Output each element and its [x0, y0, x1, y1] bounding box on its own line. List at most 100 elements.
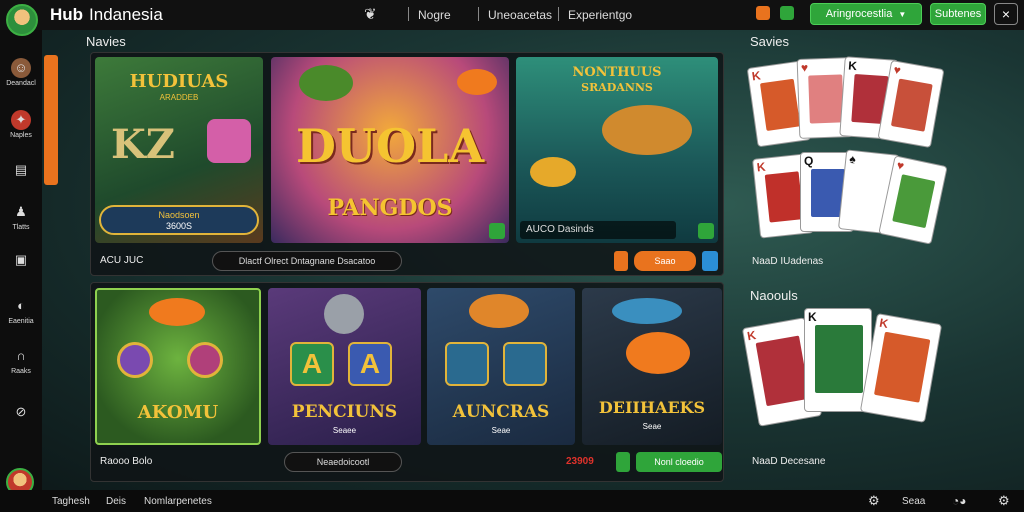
headset-icon: ∩: [16, 348, 26, 363]
game-subtitle: ARADDEB: [159, 93, 199, 102]
game-title: HUDIUAS: [129, 71, 229, 92]
game-tile[interactable]: DEIIHAEKS Seae: [582, 288, 722, 445]
letter-a-icon: A: [348, 342, 392, 386]
sidebar-item-label: Eaenitia: [8, 318, 34, 325]
balance-amount: 23909: [566, 456, 594, 467]
game-title: NONTHUUS: [572, 65, 662, 80]
chat-icon[interactable]: ◔◕: [952, 494, 967, 508]
plus-icon[interactable]: [616, 452, 630, 472]
jackpot-badge: Naodsoen 3600S: [99, 205, 259, 235]
fish-icon: [457, 69, 497, 95]
fish-icon: [626, 332, 690, 374]
game-subtitle: Seae: [642, 422, 662, 431]
card-rank: K: [878, 315, 890, 331]
compass-icon: ⊘: [15, 404, 27, 419]
document-icon: ▣: [14, 252, 28, 267]
game-subtitle: PANGDOS: [327, 195, 453, 221]
sidebar-collapse-handle[interactable]: [44, 55, 58, 185]
play-icon[interactable]: [489, 223, 505, 239]
info-icon[interactable]: [614, 251, 628, 271]
sidebar-item-raaks[interactable]: ∩ Raaks: [0, 346, 42, 375]
search-input[interactable]: Dlactf Olrect Dntagnane Dsacatoo: [212, 251, 402, 271]
game-tile[interactable]: A A PENCIUNS Seaee: [268, 288, 421, 445]
sidebar-item-eaenitia[interactable]: ◐ Eaenitia: [0, 296, 42, 325]
game-tile[interactable]: AKOMU: [95, 288, 261, 445]
brand-logo[interactable]: Hub Indanesia: [50, 5, 163, 25]
share-icon[interactable]: [702, 251, 718, 271]
nav-divider: [408, 7, 409, 21]
game-tile[interactable]: AUNCRAS Seae: [427, 288, 575, 445]
settings-icon[interactable]: ⚙: [998, 493, 1010, 509]
shrimp-icon: [469, 294, 529, 328]
sidebar-item-clipboard[interactable]: ▤: [0, 160, 42, 182]
card-rank: K: [808, 310, 817, 324]
footer-link[interactable]: Taghesh: [52, 496, 90, 507]
wallet-icon[interactable]: [780, 6, 794, 20]
playing-card: K: [859, 313, 943, 423]
fish-icon: [530, 157, 576, 187]
person-icon: ♟: [15, 204, 27, 219]
card-art: [873, 331, 931, 403]
section-title-games: Navies: [86, 34, 126, 49]
sidebar-item-naples[interactable]: ✦ Naples: [0, 110, 42, 139]
emblem-icon: [187, 342, 223, 378]
nav-item-uneoacetas[interactable]: Uneoacetas: [488, 8, 552, 22]
sidebar-item-label: Tlatts: [12, 224, 30, 231]
game-tile[interactable]: DUOLA PANGDOS: [271, 57, 509, 243]
filter-input[interactable]: Neaedoicootl: [284, 452, 402, 472]
card-rank: K: [746, 328, 758, 344]
game-title: PENCIUNS: [291, 402, 398, 422]
cards-showcase-top: K ♥ K ♥ K Q ♠ ♥: [742, 52, 948, 272]
region-dropdown-label: Aringrocestlia: [825, 8, 893, 20]
sidebar-item-label: Naples: [10, 132, 32, 139]
card-rank: ♠: [848, 151, 857, 167]
subscribe-button[interactable]: Subtenes: [930, 3, 986, 25]
search-button[interactable]: Saao: [634, 251, 696, 271]
tile-emblem-icon: [445, 342, 489, 386]
top-bar-label: ACU JUC: [100, 255, 144, 266]
nav-item-experientgo[interactable]: Experientgo: [568, 8, 632, 22]
fish-icon: [149, 298, 205, 326]
game-title: DUOLA: [295, 119, 485, 173]
footer-link[interactable]: Nomlarpenetes: [144, 496, 212, 507]
avatar[interactable]: [6, 4, 38, 36]
section-title-cards-top: Savies: [750, 34, 790, 49]
flame-icon: ✦: [11, 110, 31, 130]
nav-divider: [558, 7, 559, 21]
sidebar-item-compass[interactable]: ⊘: [0, 402, 42, 424]
mascot-icon: [324, 294, 364, 334]
footer-label[interactable]: Seaa: [902, 496, 925, 507]
jackpot-label: Naodsoen: [158, 210, 200, 220]
sidebar-item-label: Deandacl: [6, 80, 36, 87]
fish-icon: [612, 298, 682, 324]
section-title-cards-bottom: Naoouls: [750, 288, 798, 303]
tile-emblem-icon: [503, 342, 547, 386]
game-subtitle: SRADANNS: [581, 81, 653, 94]
sidebar-item-tlatts[interactable]: ♟ Tlatts: [0, 202, 42, 231]
mascot-icon: ☺: [11, 58, 31, 78]
notification-icon[interactable]: [756, 6, 770, 20]
card-art: [764, 171, 804, 223]
footer-link[interactable]: Deis: [106, 496, 126, 507]
play-icon[interactable]: [698, 223, 714, 239]
game-tile[interactable]: HUDIUAS ARADDEB KZ Naodsoen 3600S: [95, 57, 263, 243]
region-dropdown[interactable]: Aringrocestlia ▼: [810, 3, 922, 25]
leaf-icon[interactable]: ❦: [364, 5, 377, 23]
game-tile[interactable]: NONTHUUS SRADANNS AUCO Dasinds: [516, 57, 718, 243]
card-rank: ♥: [895, 158, 906, 174]
deposit-button[interactable]: Nonl cloedio: [636, 452, 722, 472]
sidebar-item-document[interactable]: ▣: [0, 250, 42, 272]
nav-item-nogre[interactable]: Nogre: [418, 8, 451, 22]
game-title: AKOMU: [137, 402, 219, 423]
gear-icon[interactable]: ⚙: [868, 493, 880, 509]
game-footer: AUCO Dasinds: [520, 221, 676, 239]
game-subtitle: Seae: [491, 426, 511, 435]
sidebar-item-deandacl[interactable]: ☺ Deandacl: [0, 58, 42, 87]
emblem-icon: [117, 342, 153, 378]
mascot-icon: [207, 119, 251, 163]
game-letters: KZ: [111, 121, 175, 168]
top-bar: Hub Indanesia ❦ Nogre Uneoacetas Experien…: [0, 0, 1024, 30]
close-icon[interactable]: ×: [994, 3, 1018, 25]
game-title: AUNCRAS: [452, 402, 550, 422]
card-art: [755, 335, 811, 407]
